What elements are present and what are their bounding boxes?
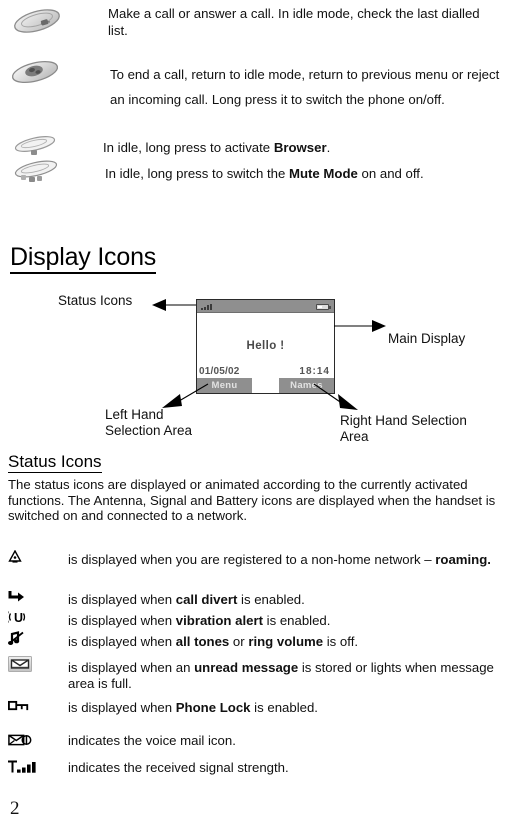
key-description-mute: In idle, long press to switch the Mute M… — [105, 166, 424, 181]
manual-page: Make a call or answer a call. In idle mo… — [0, 0, 507, 828]
call-divert-icon — [8, 590, 54, 603]
callout-right-hand-line2: Area — [340, 428, 369, 444]
status-row-description: is displayed when vibration alert is ena… — [68, 613, 331, 628]
status-row-description: is displayed when call divert is enabled… — [68, 592, 305, 607]
callout-left-hand-area: Left Hand Selection Area — [105, 407, 192, 438]
voice-mail-icon — [8, 733, 54, 747]
key-description-send: Make a call or answer a call. In idle mo… — [108, 6, 480, 38]
phone-greeting-text: Hello ! — [246, 340, 285, 352]
status-row-description: is displayed when you are registered to … — [68, 552, 491, 567]
main-display-arrow — [334, 320, 386, 332]
phone-status-bar — [197, 300, 334, 313]
svg-text:U: U — [14, 611, 23, 624]
send-call-key-icon — [10, 4, 64, 38]
mute-tones-icon — [8, 631, 54, 645]
page-title-display-icons: Display Icons — [10, 243, 156, 274]
hash-mute-key-icon — [8, 159, 62, 187]
section-title-status-icons: Status Icons — [8, 452, 102, 473]
key-description-browser: In idle, long press to activate Browser. — [103, 140, 331, 155]
callout-right-hand-line1: Right Hand Selection — [340, 413, 467, 428]
right-hand-area-arrow — [313, 383, 358, 410]
signal-strength-icon — [8, 760, 54, 779]
callout-left-hand-line2: Selection Area — [105, 422, 193, 438]
status-icons-arrow — [152, 299, 198, 311]
signal-strength-icon — [201, 303, 214, 310]
phone-date-text: 01/05/02 — [199, 366, 240, 377]
unread-message-icon — [8, 656, 54, 677]
status-row-description: indicates the voice mail icon. — [68, 733, 236, 748]
end-power-key-icon — [8, 55, 62, 89]
phone-display-mock: Hello ! 01/05/02 18:14 Menu Names — [196, 299, 335, 394]
status-row-description: is displayed when Phone Lock is enabled. — [68, 700, 318, 715]
callout-left-hand-line1: Left Hand — [105, 407, 164, 422]
page-number: 2 — [10, 798, 20, 819]
left-hand-area-arrow — [162, 383, 209, 408]
zero-browser-key-icon — [8, 134, 62, 160]
status-icons-intro-paragraph: The status icons are displayed or animat… — [8, 477, 496, 523]
battery-icon — [316, 303, 331, 310]
status-row-description: indicates the received signal strength. — [68, 760, 289, 775]
callout-right-hand-area: Right Hand Selection Area — [340, 413, 467, 444]
callout-status-icons: Status Icons — [58, 293, 133, 308]
key-description-end: To end a call, return to idle mode, retu… — [110, 67, 500, 107]
status-row-description: is displayed when all tones or ring volu… — [68, 634, 359, 649]
vibration-alert-icon: U — [8, 610, 54, 624]
callout-main-display: Main Display — [388, 331, 466, 346]
roaming-icon — [8, 550, 54, 563]
phone-time-text: 18:14 — [299, 366, 330, 377]
phone-lock-icon — [8, 700, 54, 712]
status-row-description: is displayed when an unread message is s… — [68, 660, 494, 691]
